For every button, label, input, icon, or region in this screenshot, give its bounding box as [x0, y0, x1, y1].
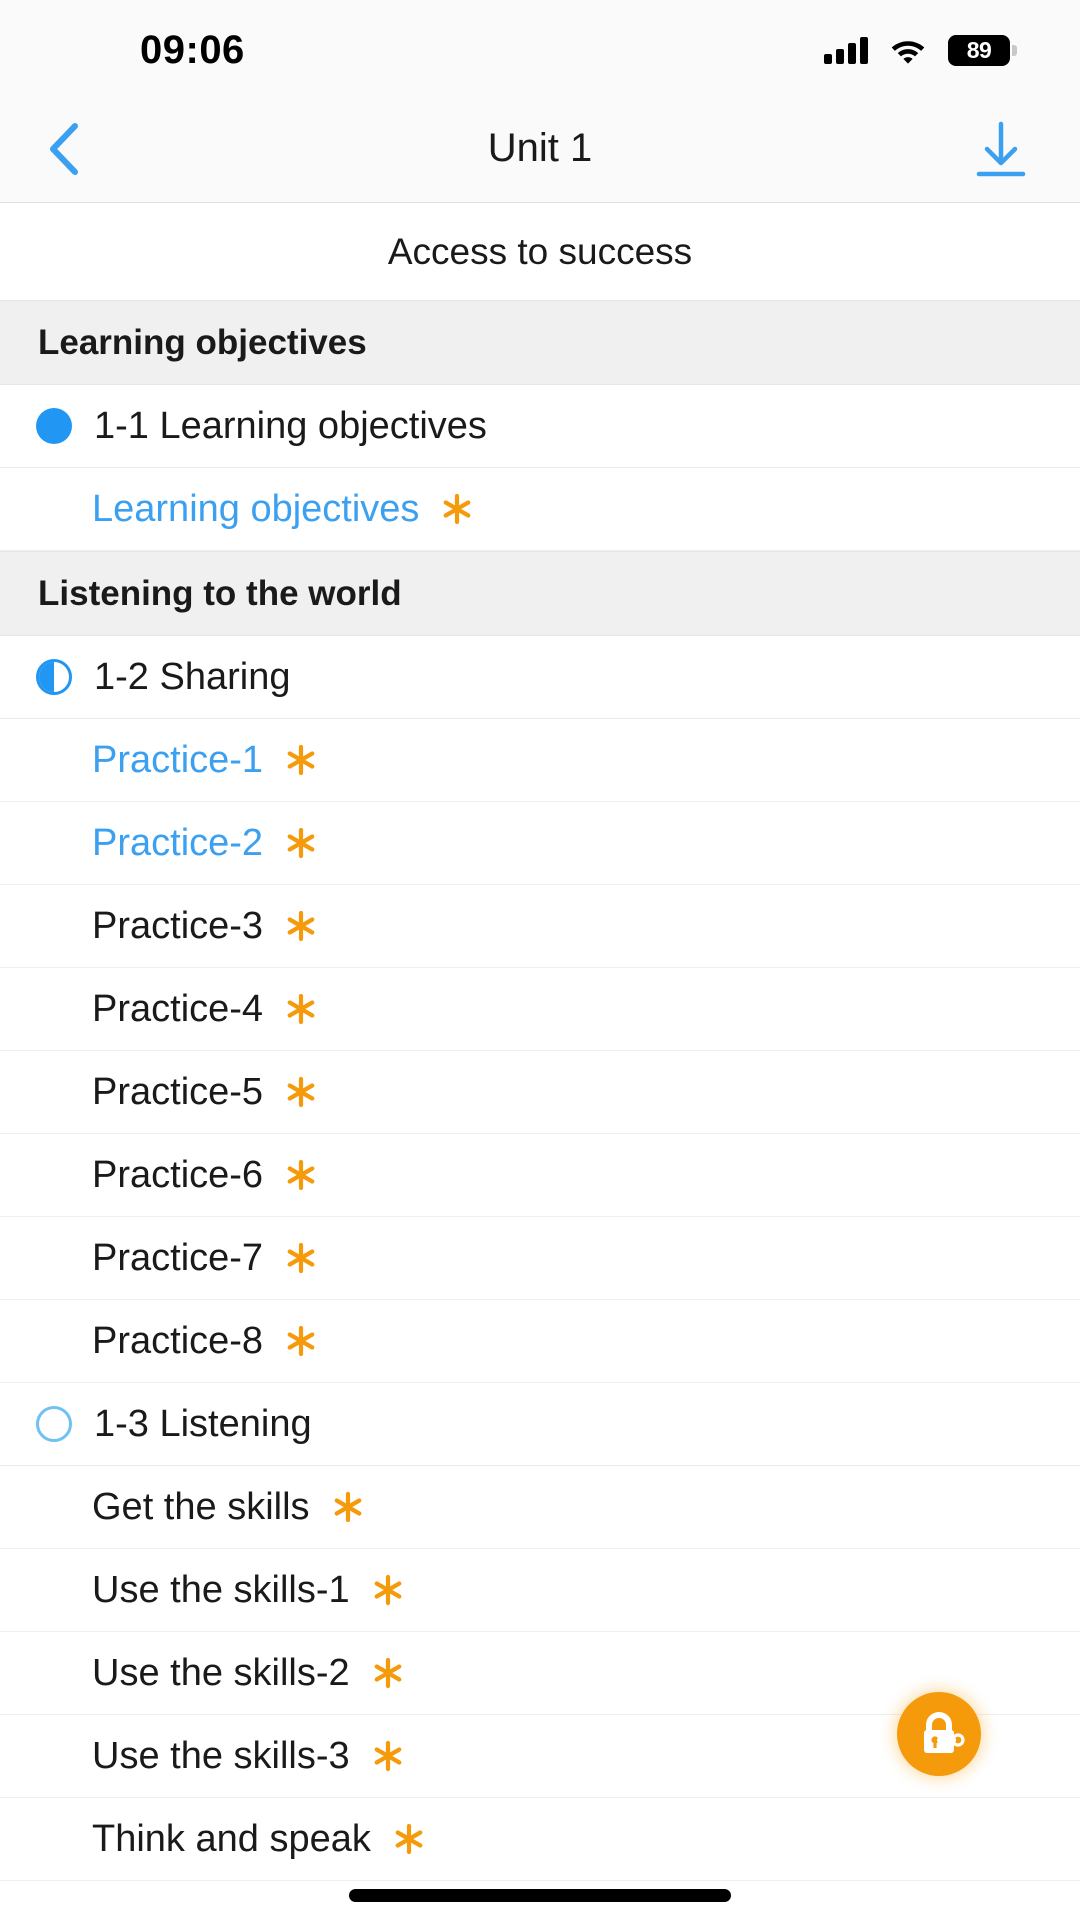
asterisk-icon: [444, 493, 471, 525]
status-bar: 09:06 89: [0, 0, 1080, 95]
section-header: Learning objectives: [0, 300, 1080, 385]
wifi-icon: [891, 40, 925, 64]
lesson-item-star[interactable]: [263, 1076, 317, 1108]
lesson-item-row[interactable]: Practice-4: [0, 968, 1080, 1051]
lesson-item-row[interactable]: Practice-5: [0, 1051, 1080, 1134]
asterisk-icon: [287, 1242, 315, 1274]
section-header-label: Listening to the world: [38, 573, 402, 613]
lesson-item-row[interactable]: Practice-7: [0, 1217, 1080, 1300]
asterisk-icon: [287, 993, 315, 1025]
chevron-left-icon: [50, 122, 78, 175]
lesson-item-star[interactable]: [263, 1325, 317, 1357]
course-row[interactable]: 1-3 Listening: [0, 1383, 1080, 1466]
status-time: 09:06: [140, 28, 245, 72]
unlock-fab-button[interactable]: [897, 1692, 981, 1776]
lesson-item-row[interactable]: Get the skills: [0, 1466, 1080, 1549]
lesson-item-star[interactable]: [350, 1657, 404, 1689]
lesson-item-label: Get the skills: [92, 1485, 310, 1528]
course-row[interactable]: 1-2 Sharing: [0, 636, 1080, 719]
asterisk-icon: [334, 1491, 361, 1523]
lesson-item-star[interactable]: [419, 493, 473, 525]
asterisk-icon: [287, 1325, 315, 1357]
download-button[interactable]: [968, 116, 1034, 182]
lock-key-icon: [924, 1712, 965, 1753]
course-title: 1-3 Listening: [94, 1402, 312, 1445]
lesson-item-label: Use the skills-2: [92, 1651, 350, 1694]
lesson-item-label: Think and speak: [92, 1817, 371, 1860]
asterisk-icon: [287, 910, 315, 942]
lesson-item-row[interactable]: Practice-8: [0, 1300, 1080, 1383]
lesson-item-label: Use the skills-1: [92, 1568, 350, 1611]
home-indicator[interactable]: [349, 1889, 731, 1902]
lesson-item-label: Practice-4: [92, 987, 264, 1030]
progress-half-icon: [36, 659, 72, 695]
lesson-item-label: Practice-5: [92, 1070, 264, 1113]
battery-level: 89: [966, 37, 992, 63]
course-title: 1-2 Sharing: [94, 655, 291, 698]
back-button[interactable]: [34, 119, 94, 179]
asterisk-icon: [287, 827, 315, 859]
asterisk-icon: [374, 1574, 402, 1606]
asterisk-icon: [287, 1076, 315, 1108]
lesson-item-star[interactable]: [263, 827, 317, 859]
lesson-item-star[interactable]: [350, 1740, 404, 1772]
lesson-item-label: Practice-3: [92, 904, 264, 947]
lesson-item-row[interactable]: Learning objectives: [0, 468, 1080, 551]
section-header: Listening to the world: [0, 551, 1080, 636]
status-indicators: 89: [824, 35, 1017, 66]
unit-subtitle-text: Access to success: [387, 230, 693, 272]
asterisk-icon: [374, 1657, 402, 1689]
lesson-item-star[interactable]: [310, 1491, 364, 1523]
lesson-item-row[interactable]: Think and speak: [0, 1798, 1080, 1881]
asterisk-icon: [287, 1159, 315, 1191]
lesson-item-label: Practice-7: [92, 1236, 264, 1279]
section-header-label: Learning objectives: [38, 322, 367, 362]
lesson-item-star[interactable]: [371, 1823, 425, 1855]
lesson-item-row[interactable]: Practice-3: [0, 885, 1080, 968]
lesson-item-star[interactable]: [263, 1159, 317, 1191]
lesson-item-star[interactable]: [263, 744, 317, 776]
navigation-bar: Unit 1: [0, 95, 1080, 203]
lesson-item-star[interactable]: [350, 1574, 404, 1606]
course-list[interactable]: Learning objectives 1-1 Learning objectiv…: [0, 300, 1080, 1881]
asterisk-icon: [287, 744, 315, 776]
battery-icon: 89: [948, 35, 1017, 66]
cellular-signal-icon: [824, 36, 868, 64]
lesson-item-label: Learning objectives: [92, 487, 420, 530]
lesson-item-star[interactable]: [263, 910, 317, 942]
lesson-item-row[interactable]: Practice-2: [0, 802, 1080, 885]
lesson-item-label: Practice-1: [92, 738, 264, 781]
lesson-item-star[interactable]: [263, 993, 317, 1025]
lesson-item-label: Use the skills-3: [92, 1734, 350, 1777]
unit-subtitle: Access to success: [0, 203, 1080, 300]
course-title: 1-1 Learning objectives: [94, 404, 487, 447]
lesson-item-row[interactable]: Use the skills-1: [0, 1549, 1080, 1632]
course-row[interactable]: 1-1 Learning objectives: [0, 385, 1080, 468]
page-title: Unit 1: [487, 126, 593, 170]
progress-none-icon: [36, 1406, 72, 1442]
phone-screen: 09:06 89 Unit 1 Access to success Learni…: [0, 0, 1080, 1920]
progress-complete-icon: [36, 408, 72, 444]
asterisk-icon: [374, 1740, 402, 1772]
asterisk-icon: [395, 1823, 423, 1855]
lesson-item-row[interactable]: Practice-1: [0, 719, 1080, 802]
lesson-item-row[interactable]: Practice-6: [0, 1134, 1080, 1217]
lesson-item-star[interactable]: [263, 1242, 317, 1274]
lesson-item-label: Practice-8: [92, 1319, 264, 1362]
course-list-clip: Learning objectives 1-1 Learning objectiv…: [0, 300, 1080, 1920]
lesson-item-label: Practice-6: [92, 1153, 264, 1196]
lesson-item-label: Practice-2: [92, 821, 264, 864]
download-icon: [976, 121, 1026, 176]
